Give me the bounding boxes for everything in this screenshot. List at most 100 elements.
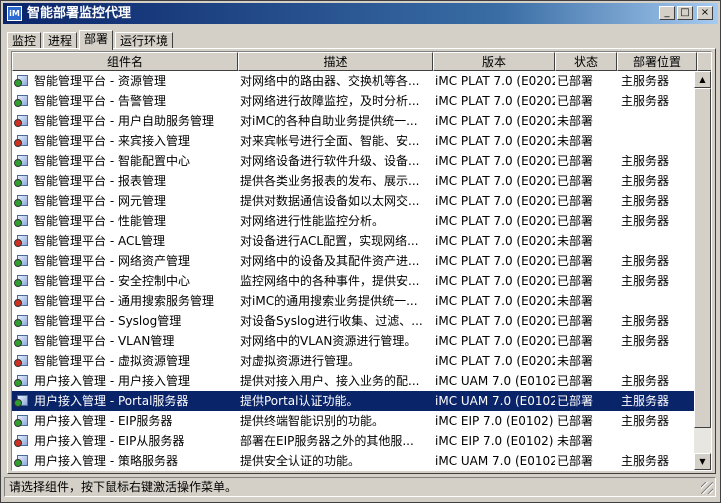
table-row[interactable]: 智能管理平台 - 虚拟资源管理 对虚拟资源进行管理。 iMC PLAT 7.0 (E… [12,351,694,371]
cell-description: 对虚拟资源进行管理。 [240,354,361,368]
cell-component-name: 智能管理平台 - 通用搜索服务管理 [34,294,214,308]
scroll-down-icon[interactable]: ▼ [694,453,711,470]
cell-description: 提供终端智能识别的功能。 [240,414,385,428]
cell-component-name: 智能管理平台 - 网元管理 [34,194,166,208]
cell-version: iMC UAM 7.0 (E0102) [435,394,555,408]
cell-status: 已部署 [557,94,594,108]
cell-version: iMC UAM 7.0 (E0102) [435,374,555,388]
cell-status: 已部署 [557,454,594,468]
cell-component-name: 智能管理平台 - 报表管理 [34,174,166,188]
deployed-icon [14,174,30,188]
table-row[interactable]: 智能管理平台 - 网元管理 提供对数据通信设备如以太网交... iMC PLAT 7… [12,191,694,211]
cell-status: 未部署 [557,294,594,308]
deployed-icon [14,74,30,88]
cell-version: iMC PLAT 7.0 (E0202) [435,134,555,148]
table-row[interactable]: 智能管理平台 - 用户自助服务管理 对iMC的各种自助业务提供统一... iMC P… [12,111,694,131]
close-button[interactable]: × [697,6,713,20]
deployed-icon [14,334,30,348]
deploy-panel: 组件名 描述 版本 状态 部署位置 智能管理平台 - 资源管理 对网络中的路由器、… [7,48,716,474]
cell-status: 未部署 [557,114,594,128]
tab-deploy[interactable]: 部署 [79,30,114,50]
component-rows: 智能管理平台 - 资源管理 对网络中的路由器、交换机等各... iMC PLAT 7… [12,71,694,470]
cell-component-name: 用户接入管理 - EIP从服务器 [34,434,185,448]
cell-description: 提供Portal认证功能。 [240,394,359,408]
scroll-up-icon[interactable]: ▲ [694,71,711,88]
cell-status: 未部署 [557,434,594,448]
vertical-scrollbar[interactable]: ▲ ▼ [694,71,711,470]
table-row[interactable]: 智能管理平台 - ACL管理 对设备进行ACL配置，实现网络... iMC PLAT… [12,231,694,251]
cell-location: 主服务器 [621,394,670,408]
column-header-description[interactable]: 描述 [238,52,433,71]
deployed-icon [14,194,30,208]
not-deployed-icon [14,434,30,448]
table-row[interactable]: 用户接入管理 - Portal服务器 提供Portal认证功能。 iMC UAM 7… [12,391,694,411]
table-row[interactable]: 智能管理平台 - 性能管理 对网络进行性能监控分析。 iMC PLAT 7.0 (E… [12,211,694,231]
cell-location: 主服务器 [621,314,670,328]
table-row[interactable]: 智能管理平台 - Syslog管理 对设备Syslog进行收集、过滤、... iMC… [12,311,694,331]
component-list: 组件名 描述 版本 状态 部署位置 智能管理平台 - 资源管理 对网络中的路由器、… [11,51,712,471]
cell-status: 未部署 [557,234,594,248]
cell-component-name: 智能管理平台 - 来宾接入管理 [34,134,190,148]
cell-version: iMC PLAT 7.0 (E0202) [435,214,555,228]
cell-component-name: 智能管理平台 - Syslog管理 [34,314,182,328]
deployed-icon [14,454,30,468]
table-row[interactable]: 用户接入管理 - 策略服务器 提供安全认证的功能。 iMC UAM 7.0 (E01… [12,451,694,470]
cell-location: 主服务器 [621,414,670,428]
table-row[interactable]: 用户接入管理 - EIP从服务器 部署在EIP服务器之外的其他服... iMC EI… [12,431,694,451]
cell-location: 主服务器 [621,254,670,268]
table-row[interactable]: 智能管理平台 - 智能配置中心 对网络设备进行软件升级、设备... iMC PLAT… [12,151,694,171]
cell-component-name: 智能管理平台 - 用户自助服务管理 [34,114,214,128]
cell-description: 提供对接入用户、接入业务的配... [240,374,420,388]
table-row[interactable]: 用户接入管理 - EIP服务器 提供终端智能识别的功能。 iMC EIP 7.0 (… [12,411,694,431]
resize-grip-icon[interactable] [701,482,713,494]
cell-status: 已部署 [557,334,594,348]
not-deployed-icon [14,234,30,248]
minimize-button[interactable]: _ [659,6,675,20]
window-title: 智能部署监控代理 [27,6,132,21]
table-row[interactable]: 智能管理平台 - VLAN管理 对网络中的VLAN资源进行管理。 iMC PLAT … [12,331,694,351]
deployed-icon [14,374,30,388]
column-header-filler [697,52,711,71]
cell-component-name: 智能管理平台 - 性能管理 [34,214,166,228]
table-row[interactable]: 智能管理平台 - 网络资产管理 对网络中的设备及其配件资产进... iMC PLAT… [12,251,694,271]
maximize-button[interactable]: □ [677,6,693,20]
table-row[interactable]: 智能管理平台 - 告警管理 对网络进行故障监控，及时分析... iMC PLAT 7… [12,91,694,111]
column-header-status[interactable]: 状态 [555,52,617,71]
table-row[interactable]: 智能管理平台 - 资源管理 对网络中的路由器、交换机等各... iMC PLAT 7… [12,71,694,91]
cell-component-name: 智能管理平台 - 网络资产管理 [34,254,190,268]
cell-description: 部署在EIP服务器之外的其他服... [240,434,414,448]
cell-status: 已部署 [557,394,594,408]
column-header-version[interactable]: 版本 [433,52,555,71]
cell-version: iMC PLAT 7.0 (E0202) [435,194,555,208]
cell-status: 已部署 [557,414,594,428]
tab-process[interactable]: 进程 [43,32,78,49]
cell-version: iMC PLAT 7.0 (E0202) [435,354,555,368]
cell-location [621,131,695,151]
cell-location [621,431,695,451]
cell-version: iMC PLAT 7.0 (E0202) [435,114,555,128]
column-header-name[interactable]: 组件名 [12,52,238,71]
table-row[interactable]: 智能管理平台 - 报表管理 提供各类业务报表的发布、展示... iMC PLAT 7… [12,171,694,191]
table-row[interactable]: 智能管理平台 - 来宾接入管理 对来宾帐号进行全面、智能、安... iMC PLAT… [12,131,694,151]
cell-location: 主服务器 [621,154,670,168]
cell-location: 主服务器 [621,374,670,388]
cell-component-name: 智能管理平台 - 资源管理 [34,74,166,88]
cell-component-name: 用户接入管理 - EIP服务器 [34,414,173,428]
deployed-icon [14,214,30,228]
deployed-icon [14,274,30,288]
scroll-thumb[interactable] [694,88,711,428]
cell-component-name: 用户接入管理 - Portal服务器 [34,394,189,408]
column-header-location[interactable]: 部署位置 [617,52,697,71]
cell-component-name: 智能管理平台 - ACL管理 [34,234,166,248]
table-row[interactable]: 智能管理平台 - 通用搜索服务管理 对iMC的通用搜索业务提供统一... iMC P… [12,291,694,311]
title-bar[interactable]: iM 智能部署监控代理 _ □ × [3,3,718,24]
cell-status: 已部署 [557,254,594,268]
cell-status: 已部署 [557,174,594,188]
table-row[interactable]: 用户接入管理 - 用户接入管理 提供对接入用户、接入业务的配... iMC UAM … [12,371,694,391]
cell-description: 对网络进行故障监控，及时分析... [240,94,420,108]
tab-monitor[interactable]: 监控 [7,32,42,49]
table-row[interactable]: 智能管理平台 - 安全控制中心 监控网络中的各种事件，提供安... iMC PLAT… [12,271,694,291]
cell-description: 对设备进行ACL配置，实现网络... [240,234,419,248]
cell-location: 主服务器 [621,454,670,468]
tab-runtime-env[interactable]: 运行环境 [115,32,174,49]
